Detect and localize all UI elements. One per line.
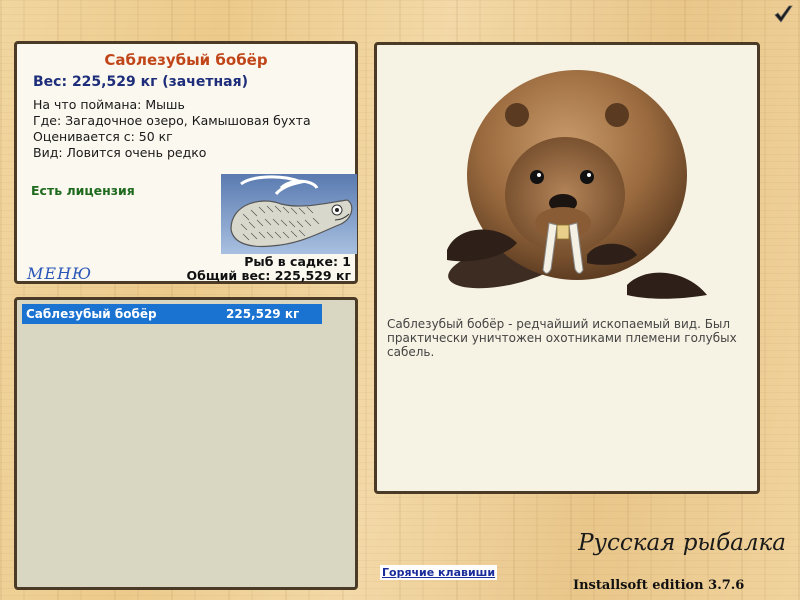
fish-illustration — [221, 174, 357, 254]
menu-button[interactable]: МЕНЮ — [27, 264, 92, 283]
fish-in-cage: Рыб в садке: 1 — [244, 254, 351, 269]
beaver-illustration — [447, 70, 707, 299]
brand-logo: Русская рыбалка — [578, 530, 786, 556]
bait-info: На что поймана: Мышь — [33, 97, 185, 112]
fish-info-panel: Саблезубый бобёр Вес: 225,529 кг (зачетн… — [14, 41, 358, 284]
estimate-info: Оценивается с: 50 кг — [33, 129, 173, 144]
total-weight: Общий вес: 225,529 кг — [186, 268, 352, 283]
hotkeys-link[interactable]: Горячие клавиши — [380, 565, 498, 580]
location-info: Где: Загадочное озеро, Камышовая бухта — [33, 113, 311, 128]
license-status: Есть лицензия — [31, 183, 135, 198]
fish-description: Саблезубый бобёр - редчайший ископаемый … — [387, 317, 737, 359]
catch-list-item[interactable]: Саблезубый бобёр 225,529 кг — [22, 304, 322, 324]
fish-weight: Вес: 225,529 кг (зачетная) — [33, 74, 248, 90]
description-panel: Саблезубый бобёр - редчайший ископаемый … — [374, 42, 760, 494]
rarity-info: Вид: Ловится очень редко — [33, 145, 207, 160]
edition-label: Installsoft edition 3.7.6 — [573, 578, 745, 593]
fish-title: Саблезубый бобёр — [104, 51, 268, 69]
checkmark-icon[interactable] — [772, 4, 794, 26]
catch-list-panel: Саблезубый бобёр 225,529 кг — [14, 297, 358, 590]
catch-item-name: Саблезубый бобёр — [26, 307, 157, 321]
catch-item-weight: 225,529 кг — [226, 307, 300, 321]
